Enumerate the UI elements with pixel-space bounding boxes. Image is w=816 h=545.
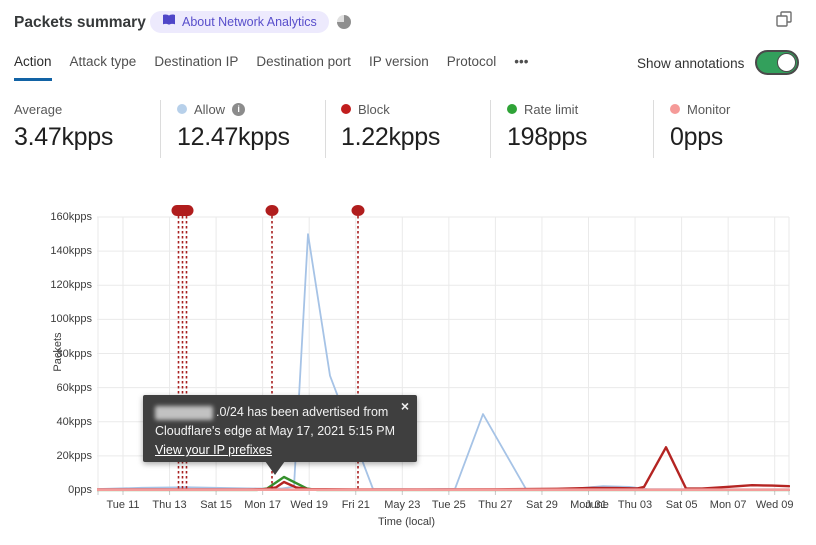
stat-value: 3.47kpps (14, 123, 114, 151)
page-title: Packets summary (14, 14, 146, 31)
view-ip-prefixes-link[interactable]: View your IP prefixes (155, 443, 272, 457)
toggle-knob (777, 53, 796, 72)
stat-monitor: Monitor 0pps (670, 101, 730, 152)
stat-block: Block 1.22kpps (341, 101, 440, 152)
y-tick-label: 140kpps (50, 245, 92, 258)
monitor-legend-dot (670, 104, 680, 114)
stat-label: Rate limit (524, 101, 579, 117)
stat-value: 12.47kpps (177, 123, 290, 151)
about-network-analytics-badge[interactable]: About Network Analytics (150, 11, 329, 33)
y-tick-label: 0pps (68, 484, 92, 496)
y-tick-label: 40kpps (56, 415, 92, 428)
show-annotations-toggle[interactable] (755, 50, 799, 75)
divider (325, 100, 326, 158)
block-legend-dot (341, 104, 351, 114)
annotation-marker[interactable] (351, 205, 365, 216)
annotation-marker[interactable] (171, 205, 194, 216)
stat-label: Average (14, 101, 63, 117)
y-tick-label: 20kpps (56, 449, 92, 462)
divider (653, 100, 654, 158)
y-tick-label: 100kpps (50, 313, 92, 326)
divider (490, 100, 491, 158)
stat-value: 1.22kpps (341, 123, 441, 151)
tab-ip-version[interactable]: IP version (369, 54, 429, 81)
tooltip-line1: .0/24 has been advertised from (155, 403, 405, 422)
show-annotations-label: Show annotations (637, 56, 745, 71)
tab-attack-type[interactable]: Attack type (70, 54, 137, 81)
stat-allow: Allow i 12.47kpps (177, 101, 290, 152)
stat-label: Allow (194, 101, 226, 117)
tab-more[interactable]: ••• (514, 54, 528, 81)
info-icon[interactable]: i (232, 102, 246, 116)
badge-label: About Network Analytics (182, 15, 317, 29)
dimension-tabs: Action Attack type Destination IP Destin… (14, 54, 528, 81)
stat-label: Monitor (687, 101, 731, 117)
stat-value: 198pps (507, 123, 588, 151)
annotation-tooltip: .0/24 has been advertised from Cloudflar… (143, 395, 417, 475)
network-analytics-panel: Packets summary About Network Analytics … (0, 0, 816, 545)
tooltip-caret (265, 461, 285, 475)
x-axis-title: Time (local) (378, 516, 436, 528)
duplicate-window-icon[interactable] (775, 10, 793, 28)
tab-destination-ip[interactable]: Destination IP (154, 54, 238, 81)
stat-value: 0pps (670, 123, 724, 151)
redacted-ip-prefix (155, 405, 213, 420)
stat-rate-limit: Rate limit 198pps (507, 101, 588, 152)
y-tick-label: 120kpps (50, 279, 92, 292)
tab-destination-port[interactable]: Destination port (256, 54, 351, 81)
pie-chart-icon[interactable] (337, 15, 351, 29)
annotation-marker[interactable] (265, 205, 279, 216)
y-tick-label: 80kpps (56, 347, 92, 360)
tooltip-line2: Cloudflare's edge at May 17, 2021 5:15 P… (155, 424, 396, 438)
stat-average: Average 3.47kpps (14, 101, 113, 152)
stat-label: Block (358, 101, 390, 117)
tab-action[interactable]: Action (14, 54, 52, 81)
tab-protocol[interactable]: Protocol (447, 54, 497, 81)
y-tick-label: 160kpps (50, 211, 92, 223)
divider (160, 100, 161, 158)
book-icon (162, 13, 176, 31)
allow-legend-dot (177, 104, 187, 114)
close-icon[interactable]: × (401, 397, 409, 416)
y-tick-label: 60kpps (56, 381, 92, 394)
rate-limit-legend-dot (507, 104, 517, 114)
